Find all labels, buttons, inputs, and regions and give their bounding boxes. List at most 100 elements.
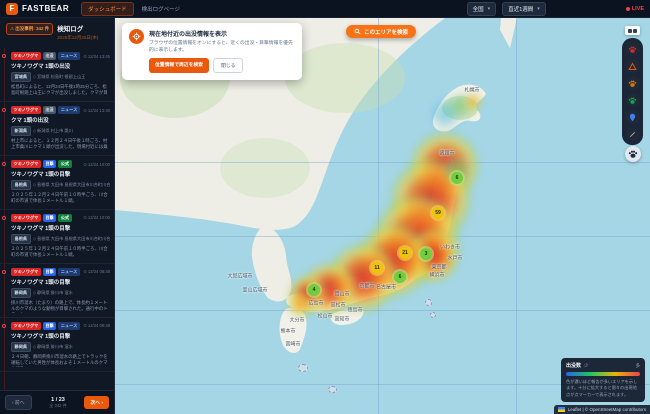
tag-目撃: 目撃 [43,160,56,168]
legend-low-label: 少 [584,363,589,369]
log-item-title: ツキノワグマ 1頭の目撃 [11,170,110,178]
log-item-title: ツキノワグマ 1頭の目撃 [11,278,110,286]
search-this-area-label: このエリアを検索 [364,28,408,36]
filter-toolbar [622,38,643,145]
next-page-button[interactable]: 次へ › [84,396,109,409]
graticule-line [115,236,650,237]
legend-gradient-bar [566,372,640,376]
live-label: LIVE [632,6,644,12]
tag-ツキノワグマ: ツキノワグマ [11,106,41,114]
nav-detection-log[interactable]: 検出ログページ [142,5,180,13]
cluster-count: 6 [394,271,406,283]
city-label: 熊本市 [280,328,295,335]
app-root: F FASTBEAR ダッシュボード 検出ログページ 全国 ▾ 直近1週間 ▾ … [0,0,650,414]
location-target-icon [129,29,144,44]
prefecture-tag: 静岡県 [11,342,31,352]
cluster-count: 6 [451,172,463,184]
attribution-text[interactable]: Leaflet | © OpenStreetMap contributors [568,407,646,412]
cluster-count: 3 [420,248,432,260]
timeline-node-icon [2,162,6,166]
paw-icon [628,45,637,54]
log-body: ２０２５年１２月２４日午前１０時半ごろ、川合町の市道で体長１メートル１頭。 [11,192,110,205]
marker-blue-filter-button[interactable] [626,110,640,124]
prefecture-tag: 島根県 [11,180,31,190]
log-item[interactable]: ツキノワグマ目撃公式⊙ 12/24 10:00 ツキノワグマ 1頭の目撃 島根県… [0,156,114,210]
island-outline [425,299,432,306]
prev-page-button[interactable]: ‹ 前へ [5,395,32,410]
prefecture-tag: 宮城県 [11,72,31,82]
log-list: ツキノワグマ出没ニュース⊙ 12/24 13:45 ツキノワグマ 1頭の出没 宮… [0,48,114,390]
log-item[interactable]: ツキノワグマ目撃ニュース⊙ 12/24 08:48 ツキノワグマ 1頭の目撃 静… [0,264,114,318]
legend-description: 色が濃いほど報告が多いエリアを示します。十分に拡大すると個々の出現地点が点マーカ… [566,379,640,398]
log-body: 松島町によると、12月24日午後1時25分ごろ、松島町根廻上山王にクマが出没しま… [11,84,110,97]
tag-ツキノワグマ: ツキノワグマ [11,160,41,168]
paw-marker-toggle[interactable] [625,146,641,162]
log-date: 2025年12月25日(木) [57,35,98,41]
log-body: 掛川市溜水（たまり）の路上で、体長約１メートルのクマのような動物が目撃された。通… [11,300,110,313]
log-time: ⊙ 12/24 08:48 [83,269,110,274]
log-item[interactable]: ツキノワグマ出没ニュース⊙ 12/24 13:45 ツキノワグマ 1頭の出没 宮… [0,48,114,102]
log-item[interactable]: ツキノワグマ出没ニュース⊙ 12/24 13:40 クマ 1頭の出没 新潟県 ◇… [0,102,114,156]
legend-high-label: 多 [636,363,641,369]
city-label: 広島市 [308,300,323,307]
cluster-marker[interactable]: 11 [369,260,385,276]
prefecture-tag: 島根県 [11,234,31,244]
app-logo: F [6,3,18,15]
search-nearby-button[interactable]: 位置情報で周辺を検索 [149,58,209,73]
log-location: ◇ 島根県 大田市 島根県大田市川合町川合 [33,182,110,188]
log-time: ⊙ 12/24 10:00 [83,162,110,167]
cluster-marker[interactable]: 6 [449,170,465,186]
search-icon [354,28,361,35]
log-item[interactable]: ツキノワグマ目撃公式⊙ 12/24 10:00 ツキノワグマ 1頭の目撃 島根県… [0,210,114,264]
timeline-node-icon [2,324,6,328]
tag-ニュース: ニュース [58,52,80,60]
chevron-down-icon: ▾ [488,6,491,12]
slash-icon [628,130,637,139]
city-label: 宮崎市 [285,341,300,348]
cluster-marker[interactable]: 59 [430,205,446,221]
live-indicator: LIVE [626,6,644,12]
log-location: ◇ 静岡県 掛川市 溜水 [33,290,73,296]
close-popup-button[interactable]: 閉じる [213,58,243,73]
log-location: ◇ 静岡県 掛川市 溜水 [33,344,73,350]
region-select[interactable]: 全国 ▾ [467,2,497,16]
graticule-line [516,18,517,414]
nav-dashboard[interactable]: ダッシュボード [81,2,134,16]
log-item[interactable]: ツキノワグマ目撃ニュース⊙ 12/24 08:48 ツキノワグマ 1頭の目撃 静… [0,318,114,372]
tag-ツキノワグマ: ツキノワグマ [11,214,41,222]
log-time: ⊙ 12/24 13:40 [83,108,110,113]
cluster-marker[interactable]: 6 [392,269,408,285]
heatmap-canvas[interactable]: 札幌市函館市いわき市水戸市東京都横浜市名古屋市京都市岡山市広島市高松市徳島市松山… [115,18,650,414]
bear-green-filter-button[interactable] [626,93,640,107]
timeline-node-icon [2,270,6,274]
bear-red-filter-button[interactable] [626,42,640,56]
paw-icon [628,149,638,159]
tag-目撃: 目撃 [43,214,56,222]
cluster-count: 11 [371,262,383,274]
cluster-count: 4 [308,284,320,296]
cluster-marker[interactable]: 21 [397,245,413,261]
cluster-marker[interactable]: 3 [418,246,434,262]
pagination-bar: ‹ 前へ 1 / 23 全 342 件 次へ › [0,390,114,414]
density-legend: 出没数 少 多 色が濃いほど報告が多いエリアを示します。十分に拡大すると個々の出… [561,358,645,402]
warning-filter-button[interactable] [626,59,640,73]
cluster-marker[interactable]: 4 [306,282,322,298]
log-body: ２４日朝、静岡県掛川市溜水の路上でトラックを運転していた男性が体長およそ１メート… [11,354,110,367]
log-item-title: ツキノワグマ 1頭の目撃 [11,224,110,232]
tag-ツキノワグマ: ツキノワグマ [11,268,41,276]
ukraine-flag-icon [558,407,565,412]
island-outline [328,386,337,393]
sidebar-header: ⚠ 出没事例: 342 件 検知ログ 2025年12月25日(木) [0,18,114,45]
detection-log-sidebar: ⚠ 出没事例: 342 件 検知ログ 2025年12月25日(木) ツキノワグマ… [0,18,115,414]
log-time: ⊙ 12/24 08:48 [83,323,110,328]
bear-amber-filter-button[interactable] [626,76,640,90]
other-filter-button[interactable] [626,127,640,141]
search-this-area-button[interactable]: このエリアを検索 [346,25,416,38]
period-select[interactable]: 直近1週間 ▾ [502,2,546,16]
tag-ツキノワグマ: ツキノワグマ [11,52,41,60]
log-item-title: ツキノワグマ 1頭の目撃 [11,332,110,340]
city-label: 京都市 [359,283,374,290]
city-label: 徳島市 [347,307,362,314]
layers-control[interactable] [625,26,640,35]
tag-ニュース: ニュース [58,268,80,276]
